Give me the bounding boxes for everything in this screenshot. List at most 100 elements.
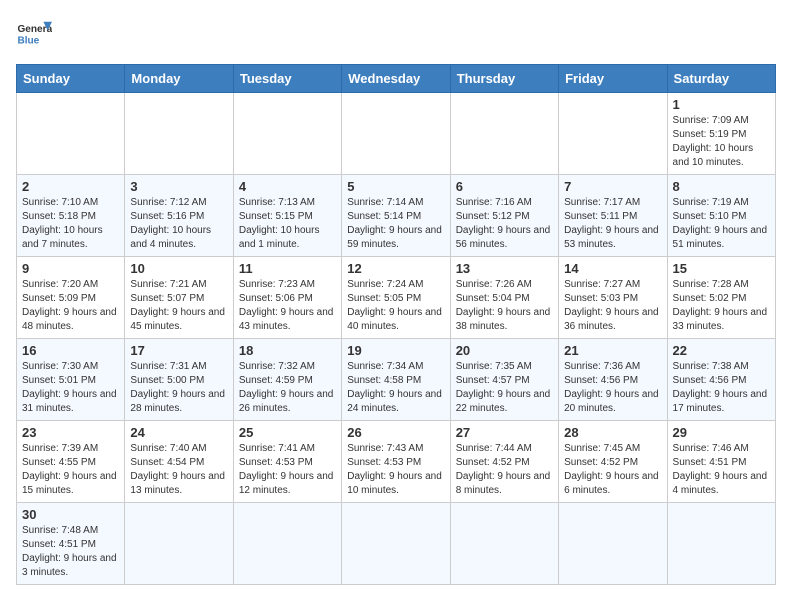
- day-number: 30: [22, 507, 119, 522]
- calendar-cell: 10 Sunrise: 7:21 AM Sunset: 5:07 PM Dayli…: [125, 257, 233, 339]
- calendar-cell: 2Sunrise: 7:10 AM Sunset: 5:18 PM Daylig…: [17, 175, 125, 257]
- day-number: 28: [564, 425, 661, 440]
- calendar-cell: [667, 503, 775, 585]
- calendar-cell: 8 Sunrise: 7:19 AM Sunset: 5:10 PM Daylig…: [667, 175, 775, 257]
- weekday-header-monday: Monday: [125, 65, 233, 93]
- calendar-cell: 23Sunrise: 7:39 AM Sunset: 4:55 PM Dayli…: [17, 421, 125, 503]
- day-info: Sunrise: 7:44 AM Sunset: 4:52 PM Dayligh…: [456, 442, 553, 498]
- calendar-week-row: 2Sunrise: 7:10 AM Sunset: 5:18 PM Daylig…: [17, 175, 776, 257]
- day-number: 4: [239, 179, 336, 194]
- calendar-cell: [125, 93, 233, 175]
- calendar-cell: 22 Sunrise: 7:38 AM Sunset: 4:56 PM Dayli…: [667, 339, 775, 421]
- day-info: Sunrise: 7:21 AM Sunset: 5:07 PM Dayligh…: [130, 278, 227, 334]
- day-number: 2: [22, 179, 119, 194]
- day-info: Sunrise: 7:40 AM Sunset: 4:54 PM Dayligh…: [130, 442, 227, 498]
- day-number: 3: [130, 179, 227, 194]
- day-info: Sunrise: 7:38 AM Sunset: 4:56 PM Dayligh…: [673, 360, 770, 416]
- day-number: 6: [456, 179, 553, 194]
- day-number: 17: [130, 343, 227, 358]
- day-number: 13: [456, 261, 553, 276]
- day-number: 10: [130, 261, 227, 276]
- weekday-header-sunday: Sunday: [17, 65, 125, 93]
- day-number: 27: [456, 425, 553, 440]
- day-info: Sunrise: 7:16 AM Sunset: 5:12 PM Dayligh…: [456, 196, 553, 252]
- weekday-header-saturday: Saturday: [667, 65, 775, 93]
- day-number: 29: [673, 425, 770, 440]
- calendar-week-row: 23Sunrise: 7:39 AM Sunset: 4:55 PM Dayli…: [17, 421, 776, 503]
- calendar-cell: [342, 503, 450, 585]
- generalblue-logo-icon: General Blue: [16, 16, 52, 52]
- day-number: 23: [22, 425, 119, 440]
- day-info: Sunrise: 7:20 AM Sunset: 5:09 PM Dayligh…: [22, 278, 119, 334]
- calendar-cell: 5 Sunrise: 7:14 AM Sunset: 5:14 PM Daylig…: [342, 175, 450, 257]
- day-info: Sunrise: 7:46 AM Sunset: 4:51 PM Dayligh…: [673, 442, 770, 498]
- day-number: 7: [564, 179, 661, 194]
- calendar-cell: 4 Sunrise: 7:13 AM Sunset: 5:15 PM Daylig…: [233, 175, 341, 257]
- weekday-header-row: SundayMondayTuesdayWednesdayThursdayFrid…: [17, 65, 776, 93]
- calendar-cell: 15 Sunrise: 7:28 AM Sunset: 5:02 PM Dayli…: [667, 257, 775, 339]
- day-info: Sunrise: 7:26 AM Sunset: 5:04 PM Dayligh…: [456, 278, 553, 334]
- day-number: 16: [22, 343, 119, 358]
- calendar-cell: 11 Sunrise: 7:23 AM Sunset: 5:06 PM Dayli…: [233, 257, 341, 339]
- calendar-week-row: 16 Sunrise: 7:30 AM Sunset: 5:01 PM Dayli…: [17, 339, 776, 421]
- day-info: Sunrise: 7:45 AM Sunset: 4:52 PM Dayligh…: [564, 442, 661, 498]
- day-info: Sunrise: 7:09 AM Sunset: 5:19 PM Dayligh…: [673, 114, 770, 170]
- calendar-cell: 3 Sunrise: 7:12 AM Sunset: 5:16 PM Daylig…: [125, 175, 233, 257]
- weekday-header-tuesday: Tuesday: [233, 65, 341, 93]
- day-info: Sunrise: 7:32 AM Sunset: 4:59 PM Dayligh…: [239, 360, 336, 416]
- calendar-cell: [17, 93, 125, 175]
- calendar-table: SundayMondayTuesdayWednesdayThursdayFrid…: [16, 64, 776, 585]
- calendar-cell: [559, 93, 667, 175]
- calendar-cell: 16 Sunrise: 7:30 AM Sunset: 5:01 PM Dayli…: [17, 339, 125, 421]
- weekday-header-friday: Friday: [559, 65, 667, 93]
- day-info: Sunrise: 7:17 AM Sunset: 5:11 PM Dayligh…: [564, 196, 661, 252]
- calendar-cell: 27 Sunrise: 7:44 AM Sunset: 4:52 PM Dayli…: [450, 421, 558, 503]
- day-info: Sunrise: 7:41 AM Sunset: 4:53 PM Dayligh…: [239, 442, 336, 498]
- calendar-cell: 7 Sunrise: 7:17 AM Sunset: 5:11 PM Daylig…: [559, 175, 667, 257]
- day-number: 11: [239, 261, 336, 276]
- calendar-week-row: 30Sunrise: 7:48 AM Sunset: 4:51 PM Dayli…: [17, 503, 776, 585]
- day-info: Sunrise: 7:24 AM Sunset: 5:05 PM Dayligh…: [347, 278, 444, 334]
- day-info: Sunrise: 7:34 AM Sunset: 4:58 PM Dayligh…: [347, 360, 444, 416]
- calendar-cell: 14 Sunrise: 7:27 AM Sunset: 5:03 PM Dayli…: [559, 257, 667, 339]
- calendar-cell: 12Sunrise: 7:24 AM Sunset: 5:05 PM Dayli…: [342, 257, 450, 339]
- day-info: Sunrise: 7:36 AM Sunset: 4:56 PM Dayligh…: [564, 360, 661, 416]
- day-info: Sunrise: 7:30 AM Sunset: 5:01 PM Dayligh…: [22, 360, 119, 416]
- day-number: 22: [673, 343, 770, 358]
- calendar-cell: [450, 93, 558, 175]
- calendar-cell: 9 Sunrise: 7:20 AM Sunset: 5:09 PM Daylig…: [17, 257, 125, 339]
- day-info: Sunrise: 7:28 AM Sunset: 5:02 PM Dayligh…: [673, 278, 770, 334]
- calendar-cell: [450, 503, 558, 585]
- calendar-cell: [233, 93, 341, 175]
- day-info: Sunrise: 7:13 AM Sunset: 5:15 PM Dayligh…: [239, 196, 336, 252]
- day-number: 20: [456, 343, 553, 358]
- day-number: 14: [564, 261, 661, 276]
- day-info: Sunrise: 7:14 AM Sunset: 5:14 PM Dayligh…: [347, 196, 444, 252]
- calendar-cell: 6 Sunrise: 7:16 AM Sunset: 5:12 PM Daylig…: [450, 175, 558, 257]
- day-number: 25: [239, 425, 336, 440]
- calendar-cell: 19Sunrise: 7:34 AM Sunset: 4:58 PM Dayli…: [342, 339, 450, 421]
- day-info: Sunrise: 7:35 AM Sunset: 4:57 PM Dayligh…: [456, 360, 553, 416]
- day-info: Sunrise: 7:12 AM Sunset: 5:16 PM Dayligh…: [130, 196, 227, 252]
- calendar-cell: 28 Sunrise: 7:45 AM Sunset: 4:52 PM Dayli…: [559, 421, 667, 503]
- calendar-cell: 24Sunrise: 7:40 AM Sunset: 4:54 PM Dayli…: [125, 421, 233, 503]
- day-number: 21: [564, 343, 661, 358]
- calendar-cell: 18 Sunrise: 7:32 AM Sunset: 4:59 PM Dayli…: [233, 339, 341, 421]
- day-info: Sunrise: 7:19 AM Sunset: 5:10 PM Dayligh…: [673, 196, 770, 252]
- calendar-cell: 1 Sunrise: 7:09 AM Sunset: 5:19 PM Daylig…: [667, 93, 775, 175]
- day-number: 5: [347, 179, 444, 194]
- day-number: 8: [673, 179, 770, 194]
- day-number: 9: [22, 261, 119, 276]
- day-number: 1: [673, 97, 770, 112]
- day-number: 15: [673, 261, 770, 276]
- calendar-cell: 17 Sunrise: 7:31 AM Sunset: 5:00 PM Dayli…: [125, 339, 233, 421]
- calendar-cell: [559, 503, 667, 585]
- calendar-cell: 25 Sunrise: 7:41 AM Sunset: 4:53 PM Dayli…: [233, 421, 341, 503]
- day-number: 18: [239, 343, 336, 358]
- day-info: Sunrise: 7:27 AM Sunset: 5:03 PM Dayligh…: [564, 278, 661, 334]
- day-info: Sunrise: 7:23 AM Sunset: 5:06 PM Dayligh…: [239, 278, 336, 334]
- weekday-header-wednesday: Wednesday: [342, 65, 450, 93]
- day-info: Sunrise: 7:31 AM Sunset: 5:00 PM Dayligh…: [130, 360, 227, 416]
- svg-text:Blue: Blue: [17, 35, 39, 46]
- calendar-cell: 21 Sunrise: 7:36 AM Sunset: 4:56 PM Dayli…: [559, 339, 667, 421]
